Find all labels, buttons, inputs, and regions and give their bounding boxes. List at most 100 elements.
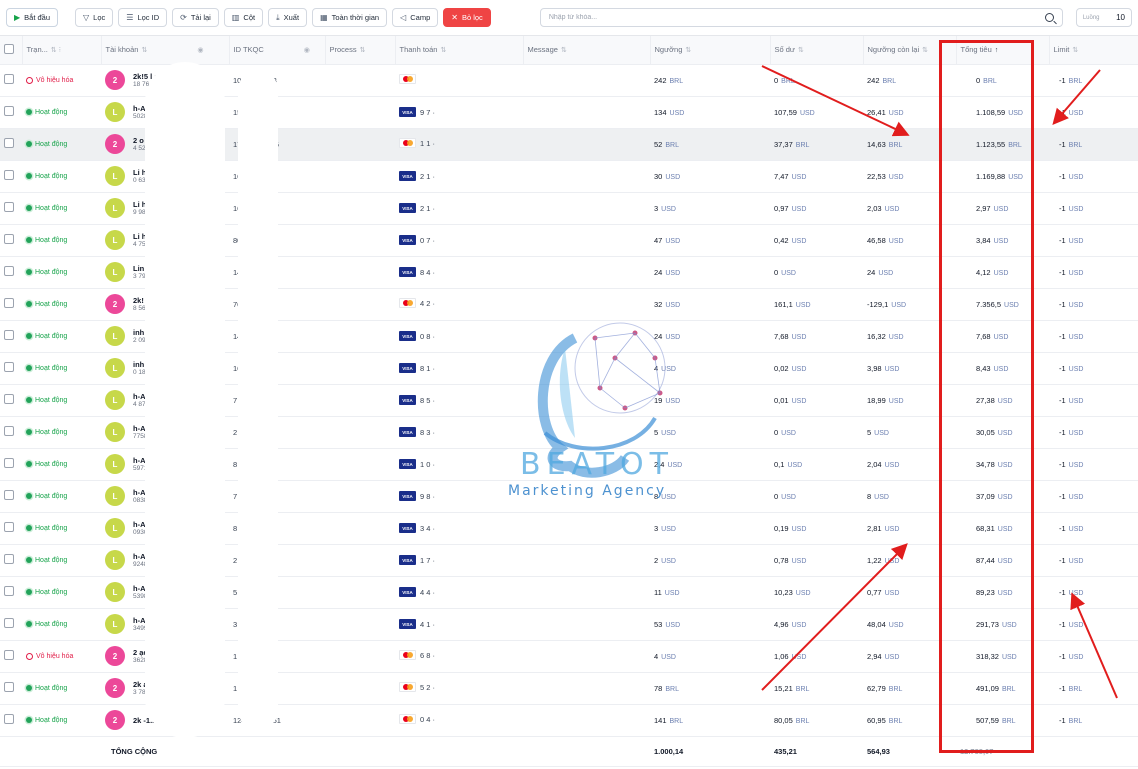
table-row[interactable]: Hoạt động L h-Acc 77588 2 889 VISA 8 3 · 5 USD… [0,416,1138,449]
header-threshold[interactable]: Ngưỡng ⇅ [650,36,771,65]
header-message[interactable]: Message ⇅ [523,36,651,65]
row-checkbox[interactable] [4,202,14,212]
row-checkbox[interactable] [4,714,14,724]
account-cell[interactable]: L h-Acc 4 87051 [101,384,229,417]
account-cell[interactable]: 2 2k!5 l c-1... 18 76 [101,64,229,97]
row-checkbox[interactable] [4,682,14,692]
account-cell[interactable]: L h-Acc 0930 [101,512,229,545]
currency: USD [1008,173,1023,181]
eye-icon[interactable]: ◉ [304,47,310,54]
sort-icon[interactable]: ⇅ [922,47,928,54]
table-row[interactable]: Hoạt động L Li h-Acc 4 7588 80 7588 VISA 0 7 ·… [0,224,1138,257]
start-button[interactable]: ▶ Bắt đầu [6,8,59,27]
account-cell[interactable]: L Li h-Acc 0 63007 [101,160,229,193]
table-row[interactable]: Hoạt động L h-Acc 9248 2 24886 VISA 1 7 · 2 US… [0,544,1138,577]
row-checkbox[interactable] [4,586,14,596]
account-cell[interactable]: L Li h-Acc 9 98733 [101,192,229,225]
account-cell[interactable]: L h-Ac 5398 [101,576,229,609]
clear-filter-button[interactable]: ✕ Bỏ lọc [443,8,491,27]
table-row[interactable]: Hoạt động 2 2k ạo d -1... 3 7882 1 08882625 5… [0,672,1138,705]
header-total-spend[interactable]: Tổng tiêu ↑ [956,36,1050,65]
account-cell[interactable]: 2 2 ạo d -1... 3628 [101,640,229,673]
account-cell[interactable]: 2 2k -1... [101,704,229,737]
table-row[interactable]: Hoạt động L h-Acc 4 87051 7 051 VISA 8 5 · 19 U… [0,384,1138,417]
search-icon[interactable] [1044,13,1054,22]
header-status[interactable]: Trạn... ⇅ ⁝ [22,36,102,65]
camp-button[interactable]: ◁ Camp [392,8,439,27]
table-row[interactable]: Vô hiệu hóa 2 2k!5 l c-1... 18 76 1003 76127… [0,64,1138,97]
account-cell[interactable]: Linh h-Acc 0 18985 [101,352,229,385]
table-row[interactable]: Hoạt động 2 2 o dượ 4 52962 176 3 529626 1 1 … [0,128,1138,161]
filter-button[interactable]: ▽ Lọc [75,8,114,27]
row-checkbox[interactable] [4,650,14,660]
search-input[interactable] [548,14,1029,21]
filter-id-button[interactable]: ☰ Lọc ID [118,8,168,27]
row-checkbox[interactable] [4,298,14,308]
sort-icon[interactable]: ⇅ [440,47,446,54]
table-row[interactable]: Hoạt động L Li h-Acc 0 63007 16 30075 VISA 2 1… [0,160,1138,193]
header-limit[interactable]: Limit ⇅ [1049,36,1138,65]
table-row[interactable]: Hoạt động L Li h-Acc 9 98733 16 87339 VISA 2 1… [0,192,1138,225]
account-cell[interactable]: L Lin h-Acc 3 79704 [101,256,229,289]
table-row[interactable]: Hoạt động Lh-Acc 5028 1576 502803 VISA 9 7 · 1… [0,96,1138,129]
table-row[interactable]: Hoạt động Linh h-Acc 0 18985 16 8859 VISA 8 1… [0,352,1138,385]
threads-stepper[interactable]: Luồng 10 [1075,8,1132,27]
row-checkbox[interactable] [4,106,14,116]
sort-icon[interactable]: ⇅ ⁝ [51,47,61,54]
account-cell[interactable]: L h-Acc 77588 [101,416,229,449]
eye-icon[interactable]: ◉ [197,47,203,54]
row-checkbox[interactable] [4,554,14,564]
header-account[interactable]: Tài khoản ⇅ ◉ [101,36,230,65]
table-row[interactable]: Hoạt động L h-Ac 5398 5 39886 VISA 4 4 · 11 US… [0,576,1138,609]
row-checkbox[interactable] [4,618,14,628]
row-checkbox[interactable] [4,266,14,276]
table-row[interactable]: Hoạt động 2 2k! o dượ 8 56307 76 307 4 2 · 32 U… [0,288,1138,321]
all-time-button[interactable]: ▦ Toàn thời gian [312,8,388,27]
sort-icon[interactable]: ⇅ [1072,47,1078,54]
table-row[interactable]: Hoạt động 2 2k -1... 124 67378551 0 4 · 141 B… [0,704,1138,737]
header-balance[interactable]: Số dư ⇅ [770,36,864,65]
reload-button[interactable]: ⟳ Tải lại [172,8,219,27]
account-cell[interactable]: 2 2k! o dượ 8 56307 [101,288,229,321]
row-checkbox[interactable] [4,330,14,340]
header-payment[interactable]: Thanh toán ⇅ [395,36,524,65]
account-cell[interactable]: 2 2k ạo d -1... 3 7882 [101,672,229,705]
columns-button[interactable]: ▥ Cột [223,8,264,27]
account-cell[interactable]: L Li h-Acc 4 7588 [101,224,229,257]
table-row[interactable]: Vô hiệu hóa 2 2 ạo d -1... 3628 1 3362903 6 … [0,640,1138,673]
table-row[interactable]: Hoạt động Linh h-Acc 2 09617 14 6177 VISA 0 8… [0,320,1138,353]
table-row[interactable]: Hoạt động L h-A 3499 3 3499963 VISA 4 1 · 53 U… [0,608,1138,641]
row-checkbox[interactable] [4,138,14,148]
row-checkbox[interactable] [4,362,14,372]
row-checkbox[interactable] [4,170,14,180]
row-checkbox[interactable] [4,234,14,244]
account-cell[interactable]: 2 2 o dượ 4 52962 [101,128,229,161]
sort-icon[interactable]: ⇅ [798,47,804,54]
account-cell[interactable]: Linh h-Acc 2 09617 [101,320,229,353]
table-row[interactable]: Hoạt động L Lin h-Acc 3 79704 14 9704 VISA 8 4… [0,256,1138,289]
sort-icon[interactable]: ⇅ [360,47,366,54]
header-remaining[interactable]: Ngưỡng còn lại ⇅ [863,36,957,65]
threads-value[interactable]: 10 [1116,13,1125,22]
account-cell[interactable]: L h-Acc 59711 [101,448,229,481]
row-checkbox[interactable] [4,490,14,500]
row-checkbox[interactable] [4,426,14,436]
account-cell[interactable]: L h-A 3499 [101,608,229,641]
row-checkbox[interactable] [4,74,14,84]
status-cell: Hoạt động [22,288,101,321]
row-checkbox[interactable] [4,394,14,404]
sort-icon[interactable]: ⇅ [685,47,691,54]
header-process[interactable]: Process ⇅ [325,36,396,65]
sort-icon[interactable]: ⇅ [561,47,567,54]
sort-icon[interactable]: ⇅ [141,47,147,54]
select-all-checkbox[interactable] [4,43,14,54]
sort-asc-icon[interactable]: ↑ [995,47,999,54]
account-cell[interactable]: Lh-Acc 5028 [101,96,229,129]
account-cell[interactable]: L h-Acc 9248 [101,544,229,577]
account-cell[interactable]: L h-Acc 08380 [101,480,229,513]
table-row[interactable]: Hoạt động L h-Acc 0930 8 930 VISA 3 4 · 3 USD 0… [0,512,1138,545]
row-checkbox[interactable] [4,522,14,532]
export-button[interactable]: ⤓ Xuất [268,8,308,27]
row-checkbox[interactable] [4,458,14,468]
header-ad-id[interactable]: ID TKQC ◉ [229,36,326,65]
